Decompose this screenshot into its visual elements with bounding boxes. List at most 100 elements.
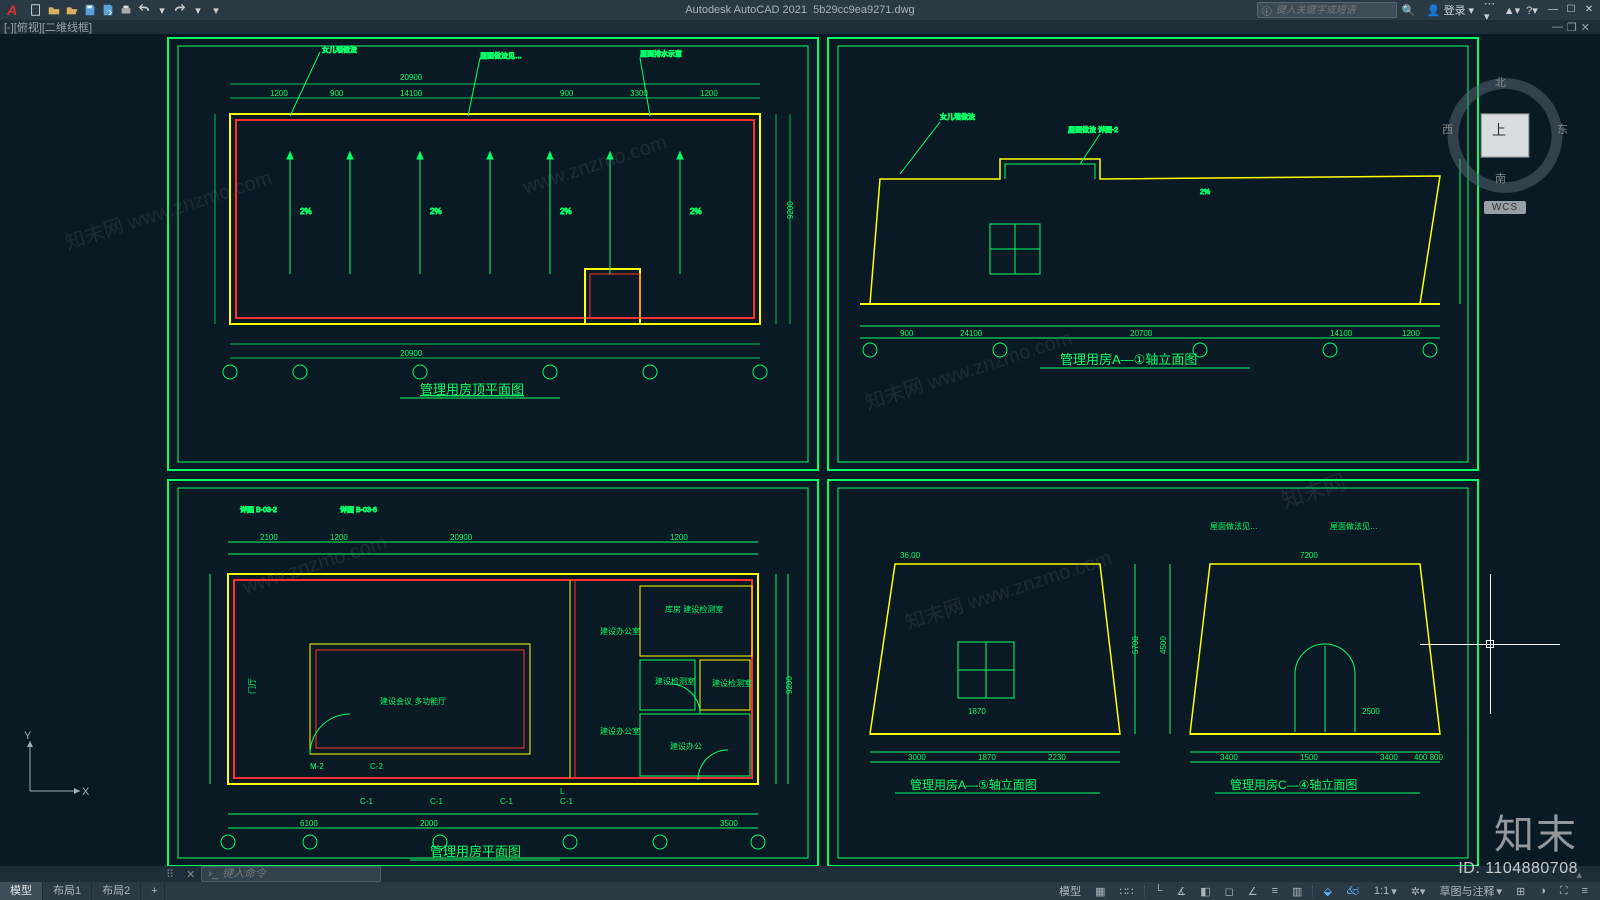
- command-line: ⠿ ✕ ›_ ▴: [0, 866, 1600, 882]
- customize-icon[interactable]: ≡: [1576, 882, 1594, 900]
- svg-text:C-2: C-2: [370, 762, 383, 771]
- cmdline-close-icon[interactable]: ✕: [186, 868, 195, 881]
- close-button[interactable]: ✕: [1580, 1, 1598, 19]
- svg-text:20900: 20900: [400, 349, 423, 358]
- layout-tab-add[interactable]: +: [141, 882, 165, 900]
- cmdline-handle-icon[interactable]: ⠿: [160, 868, 180, 881]
- svg-text:14100: 14100: [400, 89, 423, 98]
- tr-title: 管理用房A—①轴立面图: [1060, 352, 1197, 367]
- help-search-input[interactable]: [1276, 5, 1392, 16]
- plot-icon[interactable]: [118, 2, 134, 18]
- svg-text:门厅: 门厅: [247, 678, 257, 694]
- svg-text:C-1: C-1: [360, 797, 373, 806]
- svg-text:1200: 1200: [1402, 329, 1420, 338]
- svg-text:建设办公室: 建设办公室: [600, 626, 640, 636]
- command-input[interactable]: [222, 868, 362, 880]
- snap-icon[interactable]: ∷∷: [1114, 882, 1140, 900]
- svg-text:女儿墙做法: 女儿墙做法: [322, 45, 357, 54]
- tl-title: 管理用房顶平面图: [420, 382, 524, 397]
- search-icon[interactable]: 🔍: [1401, 2, 1417, 18]
- svg-text:14100: 14100: [1330, 329, 1353, 338]
- help-icon[interactable]: ?▾: [1524, 2, 1540, 18]
- viewport-label[interactable]: [-][俯视][二维线框]: [4, 19, 92, 35]
- anno-scale[interactable]: 1:1 ▾: [1368, 882, 1403, 900]
- login-button[interactable]: 👤 登录 ▾: [1421, 2, 1480, 18]
- doc-close-button[interactable]: ✕: [1581, 21, 1590, 34]
- annotation-monitor-icon[interactable]: 🙵: [1340, 882, 1366, 900]
- isolate-icon[interactable]: ◑: [1533, 882, 1552, 900]
- svg-text:5700: 5700: [1131, 636, 1140, 654]
- open-icon[interactable]: [46, 2, 62, 18]
- svg-text:详图 B-03-6: 详图 B-03-6: [340, 505, 377, 514]
- svg-text:3400: 3400: [1380, 753, 1398, 762]
- hardware-accel-icon[interactable]: ⊞: [1510, 882, 1531, 900]
- new-icon[interactable]: [28, 2, 44, 18]
- svg-text:900: 900: [330, 89, 344, 98]
- svg-text:M-2: M-2: [310, 762, 324, 771]
- svg-text:库房 建设检测室: 库房 建设检测室: [665, 604, 723, 614]
- otrack-icon[interactable]: ∠: [1242, 882, 1264, 900]
- save-icon[interactable]: [82, 2, 98, 18]
- qat-dropdown-icon[interactable]: ▾: [154, 2, 170, 18]
- isodraft-icon[interactable]: ◧: [1194, 882, 1216, 900]
- svg-text:20900: 20900: [400, 73, 423, 82]
- svg-text:20900: 20900: [450, 533, 473, 542]
- cmd-recent-icon[interactable]: ▴: [1576, 868, 1600, 881]
- layout-tab-model[interactable]: 模型: [0, 882, 43, 900]
- viewcube[interactable]: 北 南 西 东 上 WCS: [1440, 74, 1570, 214]
- ortho-icon[interactable]: └: [1149, 882, 1169, 900]
- doc-minimize-button[interactable]: —: [1552, 21, 1563, 34]
- layout-tab-layout2[interactable]: 布局2: [92, 882, 141, 900]
- viewcube-s: 南: [1495, 170, 1506, 186]
- saveas-icon[interactable]: [100, 2, 116, 18]
- viewcube-top[interactable]: 上: [1492, 120, 1506, 140]
- svg-text:2%: 2%: [430, 207, 442, 216]
- svg-text:屋面做法见…: 屋面做法见…: [480, 51, 522, 60]
- clean-screen-icon[interactable]: ⛶: [1554, 882, 1574, 900]
- osnap-icon[interactable]: ◻: [1219, 882, 1240, 900]
- a360-icon[interactable]: ▲▾: [1504, 2, 1520, 18]
- svg-text:屋面做法 详图-2: 屋面做法 详图-2: [1068, 125, 1118, 134]
- user-icon: 👤: [1427, 4, 1441, 17]
- grid-icon[interactable]: ▦: [1089, 882, 1111, 900]
- svg-text:2%: 2%: [560, 207, 572, 216]
- svg-text:900: 900: [560, 89, 574, 98]
- viewcube-e: 东: [1557, 121, 1568, 137]
- br2-title: 管理用房C—④轴立面图: [1230, 777, 1357, 792]
- quick-access-toolbar: ▾ ▾ ▾: [24, 2, 228, 18]
- model-space-toggle[interactable]: 模型: [1053, 882, 1087, 900]
- maximize-button[interactable]: ☐: [1562, 1, 1580, 19]
- help-search[interactable]: ⓘ: [1257, 2, 1397, 18]
- br1-title: 管理用房A—⑤轴立面图: [910, 777, 1037, 792]
- undo-icon[interactable]: [136, 2, 152, 18]
- app-exchange-icon[interactable]: ⋯▾: [1484, 2, 1500, 18]
- viewcube-n: 北: [1495, 74, 1506, 90]
- redo-icon[interactable]: [172, 2, 188, 18]
- doc-restore-button[interactable]: ❐: [1567, 21, 1577, 34]
- wcs-badge[interactable]: WCS: [1484, 201, 1526, 214]
- workspace-icon[interactable]: ✲▾: [1405, 882, 1432, 900]
- viewcube-w: 西: [1442, 121, 1453, 137]
- svg-text:3000: 3000: [908, 753, 926, 762]
- viewport-header: [-][俯视][二维线框] — ❐ ✕: [0, 20, 1600, 34]
- svg-text:9200: 9200: [786, 201, 795, 219]
- transparency-icon[interactable]: ▥: [1286, 882, 1308, 900]
- lineweight-icon[interactable]: ≡: [1266, 882, 1284, 900]
- qat-dropdown2-icon[interactable]: ▾: [190, 2, 206, 18]
- open-folder-icon[interactable]: [64, 2, 80, 18]
- app-logo-icon: A: [0, 2, 24, 18]
- command-input-box[interactable]: ›_: [201, 866, 381, 882]
- qat-more-icon[interactable]: ▾: [208, 2, 224, 18]
- workspace-label[interactable]: 草图与注释 ▾: [1433, 882, 1508, 900]
- layout-tabs: 模型 布局1 布局2 +: [0, 882, 165, 900]
- layout-tab-layout1[interactable]: 布局1: [43, 882, 92, 900]
- selection-cycling-icon[interactable]: ⬙: [1317, 882, 1337, 900]
- svg-text:C-1: C-1: [430, 797, 443, 806]
- minimize-button[interactable]: —: [1544, 1, 1562, 19]
- drawing-canvas[interactable]: 2%2%2%2% 20900 12009001410090033001200 2…: [0, 34, 1600, 866]
- svg-text:女儿墙做法: 女儿墙做法: [940, 112, 975, 121]
- svg-text:建设检测室: 建设检测室: [655, 676, 695, 686]
- svg-text:详图 B-03-2: 详图 B-03-2: [240, 505, 277, 514]
- bl-title: 管理用房平面图: [430, 844, 521, 859]
- polar-icon[interactable]: ∡: [1170, 882, 1192, 900]
